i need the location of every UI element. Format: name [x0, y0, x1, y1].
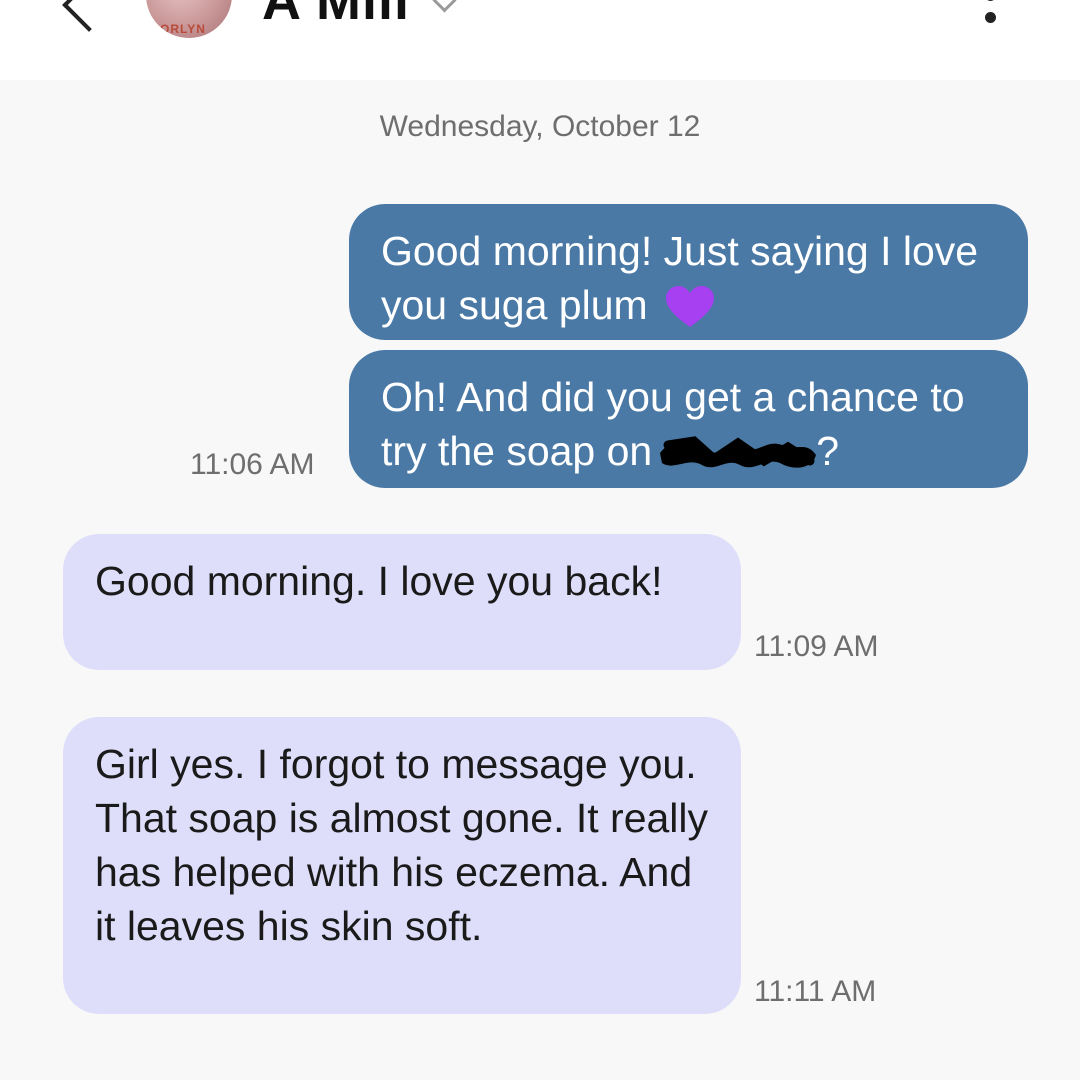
message-timestamp: 11:11 AM [754, 975, 877, 1008]
date-separator: Wednesday, October 12 [379, 110, 701, 143]
outgoing-message-bubble[interactable]: Oh! And did you get a chance to try the … [349, 350, 1028, 488]
message-text: Good morning. I love you back! [95, 558, 663, 604]
purple-heart-icon [665, 286, 714, 327]
message-timestamp: 11:09 AM [754, 630, 879, 663]
outgoing-message-bubble[interactable]: Good morning! Just saying I love you sug… [349, 204, 1028, 340]
incoming-message-bubble[interactable]: Girl yes. I forgot to message you. That … [63, 717, 741, 1014]
message-text: Girl yes. I forgot to message you. That … [95, 741, 709, 949]
message-timestamp: 11:06 AM [190, 448, 315, 481]
message-text-end: ? [816, 428, 840, 474]
incoming-message-bubble[interactable]: Good morning. I love you back! [63, 534, 741, 670]
avatar-text: ORLYN [160, 22, 206, 36]
redaction-scribble [660, 436, 817, 468]
more-options-icon[interactable] [976, 0, 1006, 30]
back-arrow-icon[interactable] [58, 0, 108, 28]
avatar[interactable]: ORLYN [146, 0, 232, 38]
contact-name[interactable]: A Mill [262, 0, 410, 32]
conversation-header: ORLYN A Mill [0, 0, 1080, 80]
chevron-down-icon[interactable] [432, 0, 457, 13]
